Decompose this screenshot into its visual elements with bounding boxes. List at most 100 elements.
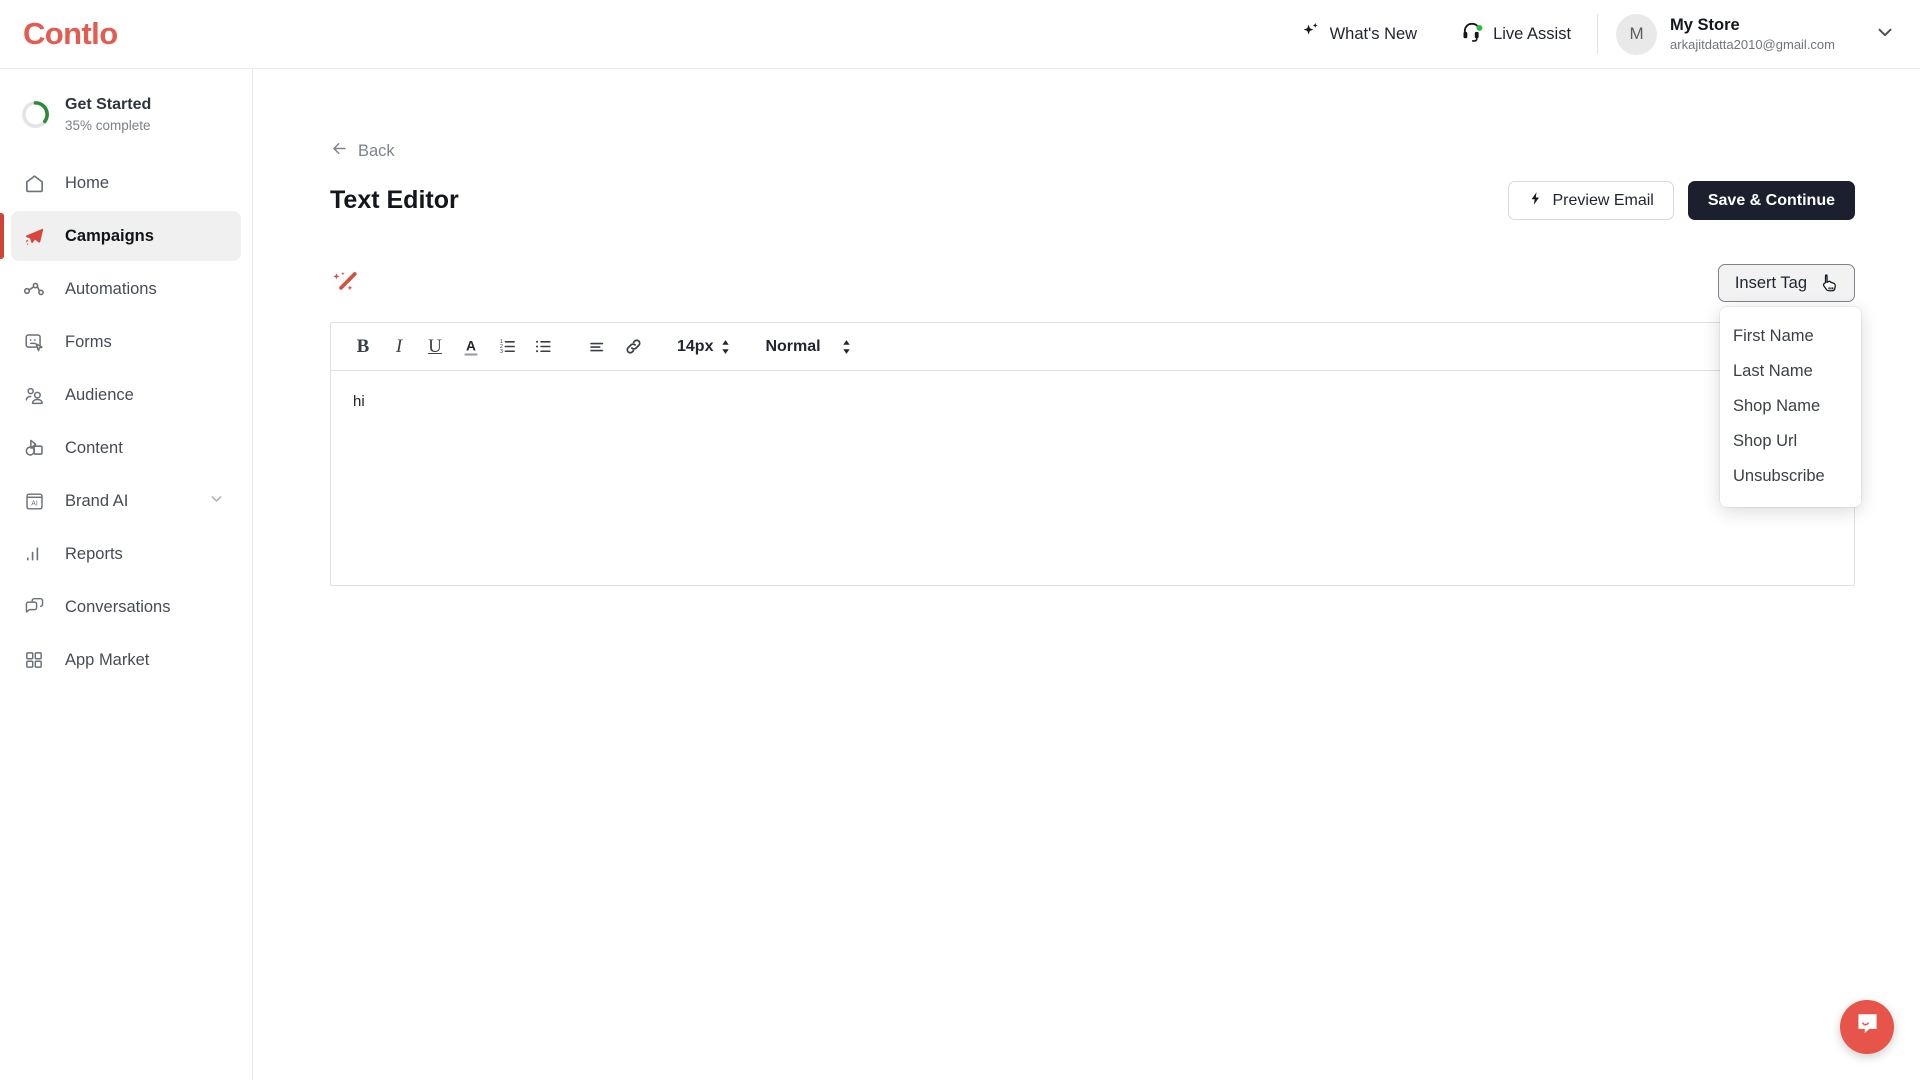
- whats-new-button[interactable]: What's New: [1278, 21, 1440, 47]
- form-click-icon: [21, 329, 47, 355]
- ai-badge-icon: AI: [21, 488, 47, 514]
- svg-text:3: 3: [499, 349, 502, 355]
- save-continue-label: Save & Continue: [1707, 191, 1835, 209]
- arrow-left-icon: [330, 139, 349, 163]
- sidebar-item-reports[interactable]: Reports: [11, 529, 241, 579]
- sidebar-item-label: Campaigns: [65, 226, 154, 245]
- home-icon: [21, 170, 47, 196]
- insert-tag-label: Insert Tag: [1734, 273, 1807, 292]
- sidebar-item-campaigns[interactable]: Campaigns: [0, 211, 241, 262]
- profile-menu[interactable]: M My Store arkajitdatta2010@gmail.com: [1602, 13, 1920, 55]
- sidebar-item-label: Content: [65, 438, 123, 457]
- live-assist-button[interactable]: Live Assist: [1439, 20, 1593, 48]
- dropdown-option-first-name[interactable]: First Name: [1720, 319, 1861, 354]
- sidebar-item-automations[interactable]: Automations: [11, 264, 241, 314]
- get-started-text: Get Started 35% complete: [65, 95, 151, 134]
- sidebar-item-label: Reports: [65, 544, 123, 563]
- font-size-value: 14px: [677, 337, 714, 355]
- insert-tag-dropdown: First Name Last Name Shop Name Shop Url …: [1720, 307, 1861, 507]
- insert-tag-wrapper: Insert Tag First Name Last Name Shop Nam…: [1717, 264, 1861, 507]
- svg-text:A: A: [466, 338, 476, 353]
- dropdown-option-last-name[interactable]: Last Name: [1720, 354, 1861, 389]
- page-title: Text Editor: [330, 186, 459, 214]
- sidebar-item-home[interactable]: Home: [11, 158, 241, 208]
- account-email: arkajitdatta2010@gmail.com: [1670, 36, 1835, 52]
- sidebar-item-label: Forms: [65, 332, 112, 351]
- nodes-icon: [21, 276, 47, 302]
- sparkles-icon: [1300, 21, 1321, 47]
- paper-plane-icon: [21, 223, 47, 249]
- text-color-button[interactable]: A: [453, 329, 489, 365]
- sidebar-item-label: Conversations: [65, 597, 171, 616]
- app-root: Contlo What's New Live Assist M My Store…: [0, 0, 1920, 1080]
- font-style-select[interactable]: Normal: [757, 330, 828, 364]
- dropdown-option-shop-name[interactable]: Shop Name: [1720, 389, 1861, 424]
- top-bar: Contlo What's New Live Assist M My Store…: [0, 0, 1920, 69]
- link-icon[interactable]: [615, 329, 651, 365]
- page-header: Text Editor Preview Email Save & Continu…: [330, 181, 1855, 220]
- get-started-widget[interactable]: Get Started 35% complete: [0, 87, 252, 142]
- dropdown-option-unsubscribe[interactable]: Unsubscribe: [1720, 459, 1861, 494]
- numbered-list-icon[interactable]: 1 2 3: [489, 329, 525, 365]
- top-bar-right: What's New Live Assist M My Store arkaji…: [1278, 0, 1920, 68]
- headset-icon: [1461, 20, 1484, 48]
- save-continue-button[interactable]: Save & Continue: [1687, 181, 1855, 220]
- main-content: Back Text Editor Preview Email Save & Co…: [253, 69, 1920, 1080]
- font-style-stepper-icon[interactable]: [829, 329, 865, 365]
- underline-button[interactable]: U: [417, 329, 453, 365]
- profile-text: My Store arkajitdatta2010@gmail.com: [1670, 15, 1835, 53]
- bar-chart-icon: [21, 541, 47, 567]
- sidebar-item-brand-ai[interactable]: AI Brand AI: [11, 476, 241, 526]
- insert-tag-button[interactable]: Insert Tag: [1717, 264, 1855, 302]
- sidebar-item-label: App Market: [65, 650, 150, 669]
- editor-toolbar: B I U A 1 2 3 14px Normal: [331, 323, 1854, 371]
- lightning-bolt-icon: [1528, 190, 1543, 212]
- store-name: My Store: [1670, 16, 1740, 35]
- get-started-title: Get Started: [65, 96, 152, 113]
- svg-text:AI: AI: [31, 500, 38, 507]
- sidebar-item-forms[interactable]: Forms: [11, 317, 241, 367]
- chevron-down-icon[interactable]: [208, 490, 225, 512]
- cursor-pointer-icon: [1819, 272, 1841, 294]
- editor-tool-row: Insert Tag First Name Last Name Shop Nam…: [330, 264, 1861, 507]
- sidebar-nav: Home Campaigns Automations Forms Audienc…: [0, 158, 252, 685]
- sidebar-item-conversations[interactable]: Conversations: [11, 582, 241, 632]
- italic-button[interactable]: I: [381, 329, 417, 365]
- chat-bubbles-icon: [21, 594, 47, 620]
- stepper-icon: [720, 339, 731, 355]
- sidebar-item-label: Automations: [65, 279, 157, 298]
- font-size-select[interactable]: 14px: [669, 330, 739, 364]
- avatar: M: [1616, 13, 1658, 55]
- chat-widget-button[interactable]: [1840, 1000, 1894, 1054]
- people-icon: [21, 382, 47, 408]
- intercom-chat-icon: [1854, 1011, 1881, 1043]
- grid-squares-icon: [21, 647, 47, 673]
- sidebar-item-label: Home: [65, 173, 110, 192]
- sidebar-item-app-market[interactable]: App Market: [11, 635, 241, 685]
- align-left-icon[interactable]: [579, 329, 615, 365]
- rich-text-editor: B I U A 1 2 3 14px Normal hi: [330, 322, 1855, 586]
- page-actions: Preview Email Save & Continue: [1507, 181, 1855, 220]
- get-started-progress-label: 35% complete: [65, 117, 151, 133]
- chevron-down-icon[interactable]: [1874, 21, 1896, 48]
- back-label: Back: [358, 141, 395, 160]
- sidebar-item-label: Brand AI: [65, 491, 129, 510]
- magic-wand-icon[interactable]: [330, 268, 360, 298]
- sidebar-item-content[interactable]: Content: [11, 423, 241, 473]
- top-bar-divider: [1597, 14, 1599, 54]
- sidebar-item-audience[interactable]: Audience: [11, 370, 241, 420]
- whats-new-label: What's New: [1329, 24, 1418, 43]
- sidebar-item-label: Audience: [65, 385, 134, 404]
- sidebar: Get Started 35% complete Home Campaigns …: [0, 69, 253, 1080]
- font-style-value: Normal: [765, 337, 821, 355]
- contlo-logo[interactable]: Contlo: [23, 16, 118, 52]
- dropdown-option-shop-url[interactable]: Shop Url: [1720, 424, 1861, 459]
- content-shapes-icon: [21, 435, 47, 461]
- progress-ring-icon: [20, 99, 51, 130]
- live-assist-label: Live Assist: [1493, 24, 1572, 43]
- preview-email-button[interactable]: Preview Email: [1507, 181, 1674, 220]
- bold-button[interactable]: B: [345, 329, 381, 365]
- editor-content-area[interactable]: hi: [331, 371, 1854, 585]
- back-button[interactable]: Back: [330, 139, 395, 163]
- bullet-list-icon[interactable]: [525, 329, 561, 365]
